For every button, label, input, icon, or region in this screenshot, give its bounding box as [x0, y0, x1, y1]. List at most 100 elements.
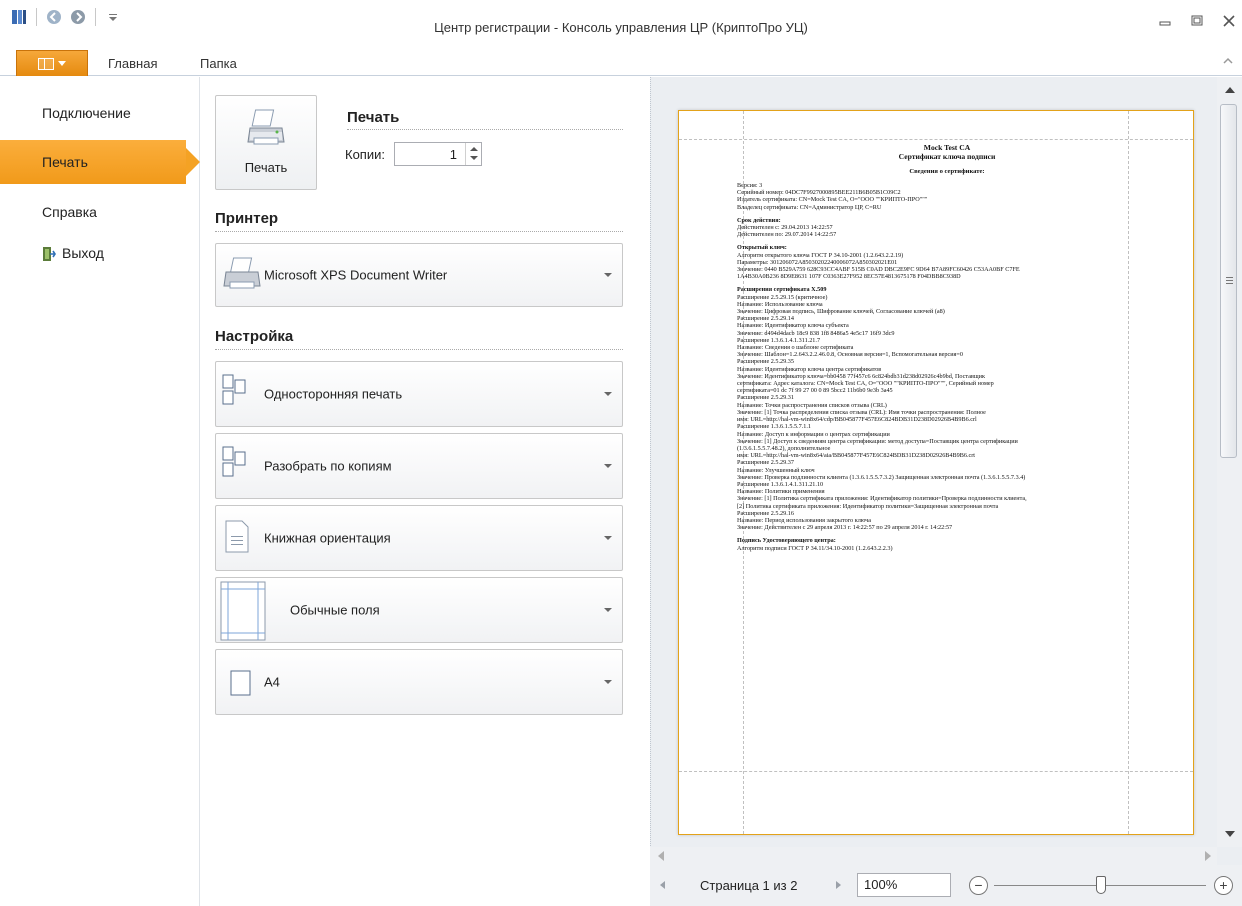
doc-line: Название: Использование ключа — [737, 300, 823, 308]
chevron-down-icon — [604, 273, 612, 277]
page-indicator: Страница 1 из 2 — [700, 878, 798, 893]
doc-line: Алгоритм открытого ключа ГОСТ Р 34.10-20… — [737, 251, 904, 259]
nav-item-exit[interactable]: Выход — [0, 231, 200, 275]
file-menu-icon — [38, 57, 54, 70]
print-button-label: Печать — [244, 160, 288, 175]
doc-line: Версия: 3 — [737, 182, 763, 189]
doc-line: Название: Улучшенный ключ — [737, 466, 815, 474]
doc-line: сертификата: Адрес каталога: CN=Mock Tes… — [737, 380, 994, 388]
divider — [347, 129, 623, 130]
margins-select[interactable]: Обычные поля — [215, 577, 623, 643]
document-content: Mock Test CA Сертификат ключа подписи Св… — [737, 143, 1157, 552]
vertical-scrollbar[interactable] — [1217, 77, 1242, 847]
doc-line: Значение: Шаблон=1.2.643.2.2.46.0.8, Осн… — [737, 351, 963, 359]
copies-label: Копии: — [345, 147, 385, 162]
doc-line: Расширение 2.5.29.15 (критичное) — [737, 293, 828, 301]
previous-page-icon[interactable] — [660, 881, 665, 889]
zoom-in-icon[interactable]: + — [1214, 876, 1233, 895]
doc-section: Срок действия: Действителен с: 29.04.2013… — [737, 217, 1157, 239]
minimize-icon[interactable] — [1158, 14, 1172, 28]
doc-line: Название: Доступ к информации о центрах … — [737, 430, 890, 438]
divider — [215, 231, 623, 232]
window-title: Центр регистрации - Консоль управления Ц… — [434, 20, 808, 35]
tab-home[interactable]: Главная — [108, 56, 157, 71]
sides-select[interactable]: Односторонняя печать — [215, 361, 623, 427]
portrait-icon — [225, 520, 249, 553]
margins-icon — [220, 581, 266, 641]
doc-line: Расширение 2.5.29.31 — [737, 394, 794, 402]
zoom-out-icon[interactable]: − — [969, 876, 988, 895]
zoom-input[interactable]: 100% — [857, 873, 951, 897]
doc-line: Расширение 1.3.6.1.5.5.7.1.1 — [737, 423, 811, 431]
scroll-down-icon[interactable] — [1225, 831, 1235, 837]
doc-title: Сертификат ключа подписи — [898, 152, 996, 161]
copies-stepper[interactable]: 1 — [394, 142, 482, 166]
scroll-left-icon[interactable] — [658, 851, 664, 861]
tab-folder[interactable]: Папка — [200, 56, 237, 71]
collate-select[interactable]: Разобрать по копиям — [215, 433, 623, 499]
doc-line: Расширение 1.3.6.1.4.1.311.21.10 — [737, 480, 824, 488]
doc-line: сертификата=01 dc 7f 99 27 00 0 89 5bcc2… — [737, 387, 893, 395]
next-page-icon[interactable] — [836, 881, 841, 889]
scroll-right-icon[interactable] — [1205, 851, 1211, 861]
scroll-thumb[interactable] — [1220, 104, 1237, 458]
file-menu-tab[interactable] — [16, 50, 88, 76]
zoom-slider-thumb[interactable] — [1096, 876, 1106, 894]
chevron-down-icon — [604, 464, 612, 468]
doc-title: Mock Test CA — [923, 143, 971, 152]
exit-icon — [42, 246, 56, 262]
printer-heading: Принтер — [215, 210, 279, 227]
orientation-select[interactable]: Книжная ориентация — [215, 505, 623, 571]
spin-down-icon[interactable] — [470, 156, 478, 160]
doc-line: Владелец сертификата: CN=Администратор Ц… — [737, 203, 882, 211]
window-controls — [1158, 14, 1236, 28]
scroll-up-icon[interactable] — [1225, 87, 1235, 93]
doc-line: Подпись Удостоверяющего центра: — [737, 537, 836, 545]
doc-line: Расширение 2.5.29.37 — [737, 459, 794, 467]
doc-line: 1A4B30A0B236 8D9E8631 107F C0363E27F952 … — [737, 273, 961, 281]
doc-line: Название: Идентификатор ключа субъекта — [737, 322, 849, 330]
doc-line: (1.3.6.1.5.5.7.48.2), дополнительное — [737, 444, 831, 452]
nav-item-help[interactable]: Справка — [0, 190, 200, 234]
printer-name: Microsoft XPS Document Writer — [264, 267, 448, 283]
doc-line: Значение: [1] Политика сертификата прило… — [737, 495, 1027, 503]
print-heading: Печать — [347, 109, 400, 126]
divider — [215, 349, 623, 350]
doc-subtitle: Сведения о сертификате: — [909, 168, 985, 175]
doc-line: [2] Политика сертификата приложения: Иде… — [737, 502, 999, 510]
restore-icon[interactable] — [1190, 14, 1204, 28]
doc-line: Значение: d494d4dacb 18c9 838 1f8 8486a5… — [737, 329, 895, 337]
collate-icon — [222, 446, 246, 477]
doc-line: Название: Политики применения — [737, 488, 825, 496]
nav-item-print[interactable]: Печать — [0, 140, 200, 184]
copies-spinner[interactable] — [465, 143, 481, 165]
doc-line: имя: URL=http://hal-vm-win8x64/aia/BB045… — [737, 452, 976, 460]
doc-line: Параметры: 301206072A85030202240006072A8… — [737, 258, 898, 266]
close-icon[interactable] — [1222, 14, 1236, 28]
doc-line: Серийный номер: 04DC7F9927000895BEE211B6… — [737, 189, 901, 197]
nav-item-label: Печать — [42, 154, 88, 170]
doc-line: Издатель сертификата: CN=Mock Test CA, O… — [737, 196, 928, 204]
doc-line: Значение: Действителен с 29 апреля 2013 … — [737, 524, 953, 532]
horizontal-scrollbar[interactable] — [650, 847, 1217, 865]
print-button[interactable]: Печать — [215, 95, 317, 190]
copies-value: 1 — [449, 147, 457, 162]
doc-line: Расширение 2.5.29.35 — [737, 358, 794, 366]
preview-page: Mock Test CA Сертификат ключа подписи Св… — [678, 110, 1194, 835]
ribbon-collapse-icon[interactable] — [1222, 56, 1234, 69]
doc-line: Расширения сертификата X.509 — [737, 286, 827, 294]
doc-line: Действителен по: 29.07.2014 14:22:57 — [737, 231, 837, 239]
spin-up-icon[interactable] — [470, 147, 478, 151]
printer-select[interactable]: Microsoft XPS Document Writer — [215, 243, 623, 307]
doc-line: Действителен с: 29.04.2013 14:22:57 — [737, 224, 833, 232]
nav-item-connect[interactable]: Подключение — [0, 91, 200, 135]
preview-navigation: Страница 1 из 2 100% − + — [650, 865, 1242, 906]
doc-line: Расширение 1.3.6.1.4.1.311.21.7 — [737, 336, 821, 344]
printer-icon — [247, 109, 285, 145]
paper-size-label: A4 — [264, 674, 280, 690]
printer-icon — [223, 257, 261, 289]
doc-line: Название: Период использования закрытого… — [737, 516, 872, 524]
margin-guide — [679, 771, 1193, 772]
doc-line: Открытый ключ: — [737, 244, 787, 252]
paper-size-select[interactable]: A4 — [215, 649, 623, 715]
